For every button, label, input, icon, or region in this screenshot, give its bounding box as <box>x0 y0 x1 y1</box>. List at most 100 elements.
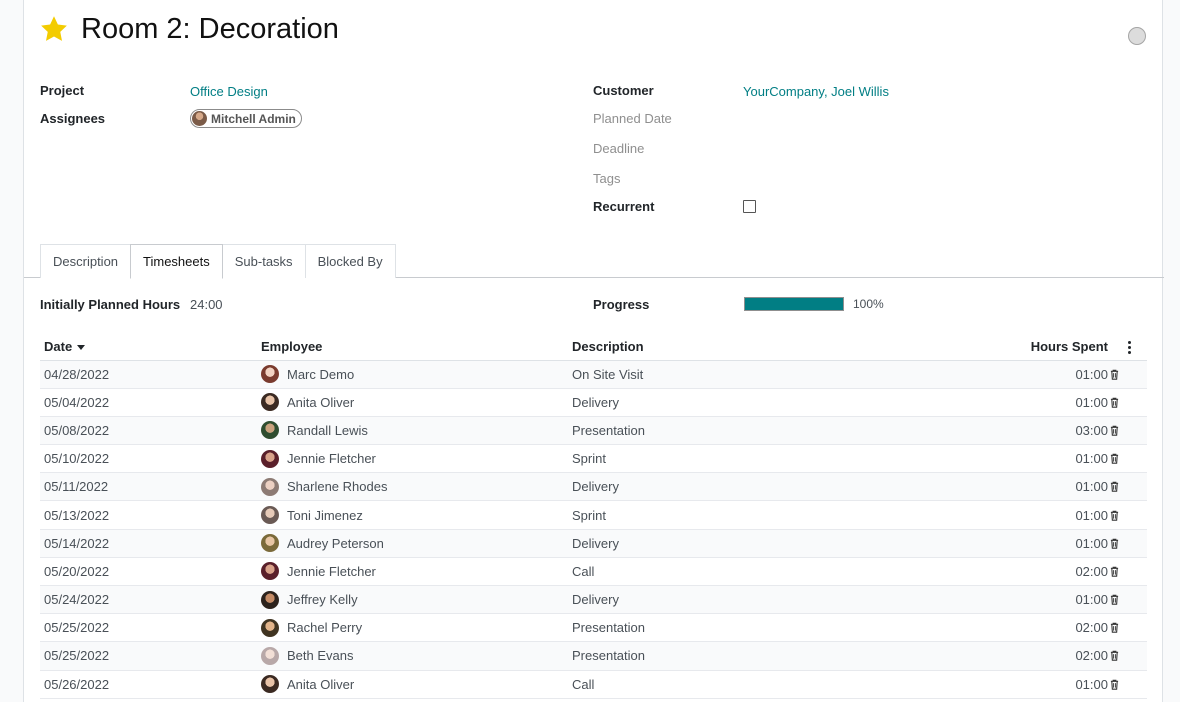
row-employee[interactable]: Marc Demo <box>257 360 568 389</box>
row-employee[interactable]: Randall Lewis <box>257 416 568 446</box>
tab-description[interactable]: Description <box>40 244 132 278</box>
star-icon[interactable] <box>39 14 69 44</box>
trash-icon[interactable] <box>1110 679 1119 690</box>
tab-sub-tasks[interactable]: Sub-tasks <box>221 244 306 278</box>
row-description[interactable]: Delivery <box>568 585 891 615</box>
row-date[interactable]: 05/04/2022 <box>40 388 257 417</box>
customer-link[interactable]: YourCompany, Joel Willis <box>743 84 889 99</box>
row-description[interactable]: Presentation <box>568 641 891 671</box>
row-description[interactable]: Delivery <box>568 472 891 502</box>
row-hours-spent[interactable]: 01:00 <box>891 472 1112 502</box>
table-row[interactable]: 05/10/2022 Jennie Fletcher Sprint 01:00 <box>40 444 1147 474</box>
employee-name: Anita Oliver <box>287 394 355 410</box>
table-row[interactable]: 05/08/2022 Randall Lewis Presentation 03:00 <box>40 416 1147 446</box>
column-header-hours-spent[interactable]: Hours Spent <box>891 333 1112 361</box>
row-employee[interactable]: Sharlene Rhodes <box>257 472 568 502</box>
row-employee[interactable]: Audrey Peterson <box>257 529 568 558</box>
trash-icon[interactable] <box>1110 425 1119 436</box>
tab-blocked-by[interactable]: Blocked By <box>304 244 396 278</box>
table-row[interactable]: 05/20/2022 Jennie Fletcher Call 02:00 <box>40 557 1147 587</box>
recurrent-checkbox[interactable] <box>743 200 756 213</box>
row-description[interactable]: On Site Visit <box>568 360 891 389</box>
assignee-chip[interactable]: Mitchell Admin <box>190 109 302 128</box>
project-link[interactable]: Office Design <box>190 84 268 99</box>
trash-icon[interactable] <box>1110 510 1119 521</box>
row-date[interactable]: 05/14/2022 <box>40 529 257 558</box>
row-date[interactable]: 05/11/2022 <box>40 472 257 502</box>
kebab-menu-icon[interactable] <box>1128 340 1131 354</box>
row-hours-spent[interactable]: 02:00 <box>891 641 1112 671</box>
planned-hours-label: Initially Planned Hours <box>40 297 181 312</box>
trash-icon[interactable] <box>1110 481 1119 493</box>
row-hours-spent[interactable]: 02:00 <box>891 613 1112 643</box>
trash-icon[interactable] <box>1110 397 1119 408</box>
trash-icon[interactable] <box>1110 594 1119 605</box>
column-header-description[interactable]: Description <box>568 333 891 361</box>
trash-icon[interactable] <box>1110 369 1119 380</box>
row-date[interactable]: 05/10/2022 <box>40 444 257 474</box>
row-description[interactable]: Delivery <box>568 529 891 558</box>
row-employee[interactable]: Beth Evans <box>257 641 568 671</box>
row-date[interactable]: 04/28/2022 <box>40 360 257 389</box>
row-date[interactable]: 05/13/2022 <box>40 500 257 530</box>
planned-hours-value[interactable]: 24:00 <box>190 297 223 312</box>
row-description[interactable]: Sprint <box>568 444 891 474</box>
row-date[interactable]: 05/20/2022 <box>40 557 257 587</box>
row-description[interactable]: Presentation <box>568 416 891 446</box>
row-employee[interactable]: Anita Oliver <box>257 388 568 417</box>
table-row[interactable]: 05/26/2022 Anita Oliver Call 01:00 <box>40 670 1147 699</box>
avatar <box>261 675 279 694</box>
table-row[interactable]: 05/13/2022 Toni Jimenez Sprint 01:00 <box>40 500 1147 530</box>
row-hours-spent[interactable]: 01:00 <box>891 529 1112 558</box>
row-description[interactable]: Delivery <box>568 388 891 417</box>
row-hours-spent[interactable]: 01:00 <box>891 444 1112 474</box>
table-row[interactable]: 05/25/2022 Rachel Perry Presentation 02:00 <box>40 613 1147 643</box>
row-description[interactable]: Presentation <box>568 613 891 643</box>
table-row[interactable]: 05/14/2022 Audrey Peterson Delivery 01:00 <box>40 529 1147 558</box>
table-row[interactable]: 05/24/2022 Jeffrey Kelly Delivery 01:00 <box>40 585 1147 615</box>
row-description[interactable]: Call <box>568 557 891 587</box>
employee-name: Randall Lewis <box>287 422 368 438</box>
trash-icon[interactable] <box>1110 650 1119 662</box>
row-employee[interactable]: Anita Oliver <box>257 670 568 699</box>
row-date[interactable]: 05/25/2022 <box>40 613 257 643</box>
avatar <box>261 590 279 609</box>
row-employee[interactable]: Jeffrey Kelly <box>257 585 568 615</box>
trash-icon[interactable] <box>1110 566 1119 577</box>
row-employee[interactable]: Jennie Fletcher <box>257 444 568 474</box>
avatar <box>261 365 279 384</box>
table-row[interactable]: 04/28/2022 Marc Demo On Site Visit 01:00 <box>40 360 1147 389</box>
row-hours-spent[interactable]: 01:00 <box>891 670 1112 699</box>
row-hours-spent[interactable]: 01:00 <box>891 388 1112 417</box>
column-header-date[interactable]: Date <box>40 333 257 361</box>
progress-bar <box>744 297 844 311</box>
table-row[interactable]: 05/25/2022 Beth Evans Presentation 02:00 <box>40 641 1147 671</box>
row-hours-spent[interactable]: 01:00 <box>891 360 1112 389</box>
row-date[interactable]: 05/24/2022 <box>40 585 257 615</box>
row-hours-spent[interactable]: 01:00 <box>891 500 1112 530</box>
row-description[interactable]: Sprint <box>568 500 891 530</box>
row-employee[interactable]: Rachel Perry <box>257 613 568 643</box>
row-date[interactable]: 05/26/2022 <box>40 670 257 699</box>
trash-icon[interactable] <box>1110 622 1119 634</box>
row-employee[interactable]: Toni Jimenez <box>257 500 568 530</box>
page-title[interactable]: Room 2: Decoration <box>81 14 339 44</box>
column-header-employee[interactable]: Employee <box>257 333 568 361</box>
avatar <box>261 421 279 440</box>
tab-timesheets[interactable]: Timesheets <box>130 244 223 279</box>
trash-icon[interactable] <box>1110 538 1119 549</box>
row-hours-spent[interactable]: 02:00 <box>891 557 1112 587</box>
row-hours-spent[interactable]: 01:00 <box>891 585 1112 615</box>
timesheet-table: Date Employee Description Hours Spent 04… <box>40 333 1147 699</box>
row-hours-spent[interactable]: 03:00 <box>891 416 1112 446</box>
row-employee[interactable]: Jennie Fletcher <box>257 557 568 587</box>
table-row[interactable]: 05/04/2022 Anita Oliver Delivery 01:00 <box>40 388 1147 417</box>
avatar <box>261 618 279 637</box>
status-circle-icon[interactable] <box>1128 27 1146 45</box>
row-description[interactable]: Call <box>568 670 891 699</box>
row-date[interactable]: 05/08/2022 <box>40 416 257 446</box>
row-date[interactable]: 05/25/2022 <box>40 641 257 671</box>
optional-columns-toggle[interactable] <box>1112 333 1147 361</box>
trash-icon[interactable] <box>1110 453 1119 464</box>
table-row[interactable]: 05/11/2022 Sharlene Rhodes Delivery 01:00 <box>40 472 1147 502</box>
